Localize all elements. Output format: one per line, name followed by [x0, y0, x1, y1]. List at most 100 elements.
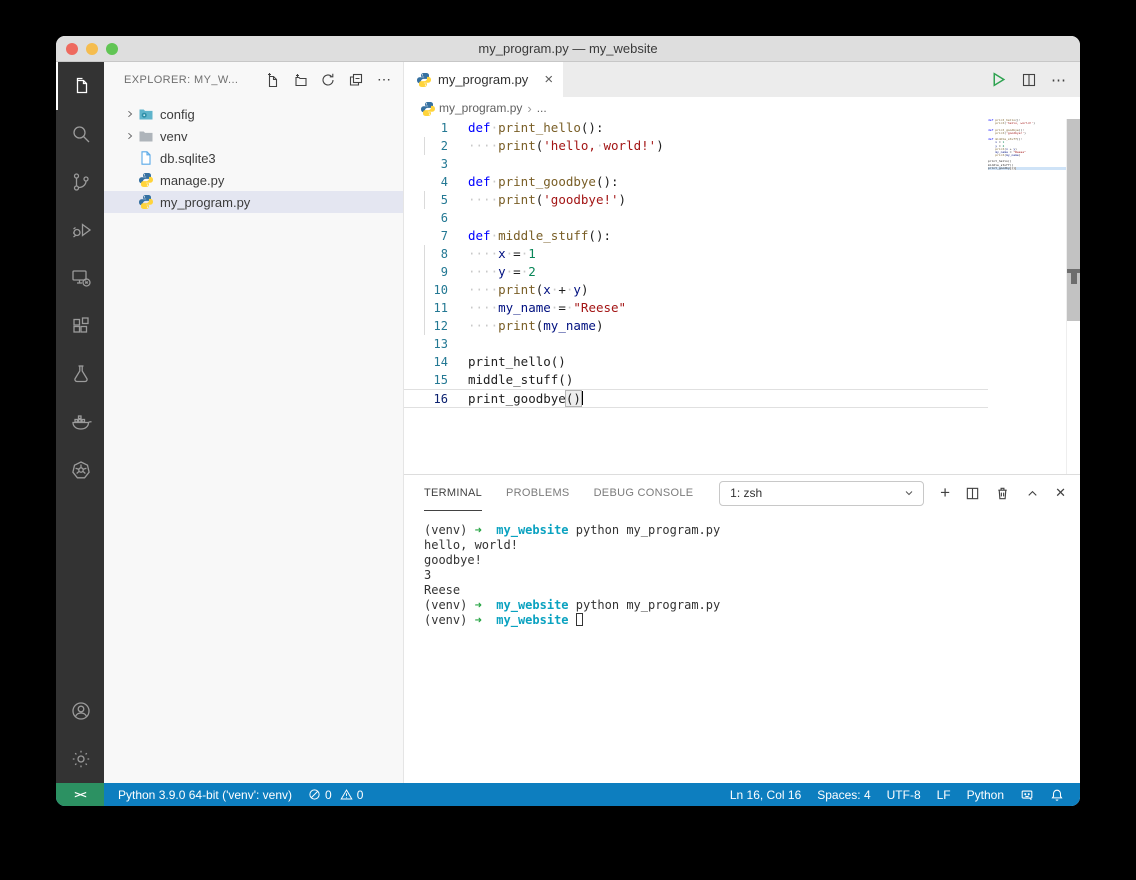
tab-my-program[interactable]: my_program.py × — [404, 62, 563, 97]
code-line-text: def·print_goodbye(): — [448, 173, 619, 191]
refresh-icon[interactable] — [317, 69, 339, 91]
editor-more-actions-icon[interactable]: ⋯ — [1051, 71, 1066, 89]
activity-extensions-icon[interactable] — [56, 302, 104, 350]
line-number: 13 — [404, 335, 448, 353]
eol-status[interactable]: LF — [929, 788, 959, 802]
activity-kubernetes-icon[interactable] — [56, 446, 104, 494]
line-number: 12 — [404, 317, 448, 335]
breadcrumb-file[interactable]: my_program.py — [439, 101, 522, 115]
new-folder-icon[interactable] — [289, 69, 311, 91]
code-line[interactable]: 3 — [404, 155, 988, 173]
activity-source-control-icon[interactable] — [56, 158, 104, 206]
indentation-status[interactable]: Spaces: 4 — [809, 788, 878, 802]
activity-testing-icon[interactable] — [56, 350, 104, 398]
tree-item-label: manage.py — [160, 173, 224, 188]
code-line[interactable]: 1def·print_hello(): — [404, 119, 988, 137]
code-line-text: print_hello() — [448, 353, 566, 371]
tree-item-db.sqlite3[interactable]: db.sqlite3 — [104, 147, 403, 169]
activity-docker-icon[interactable] — [56, 398, 104, 446]
python-icon — [138, 194, 154, 210]
code-editor[interactable]: 1def·print_hello():2····print('hello,·wo… — [404, 119, 1080, 474]
indent-guide — [424, 245, 425, 263]
code-line-text: ····x·=·1 — [448, 245, 536, 263]
panel-tab-problems[interactable]: PROBLEMS — [506, 475, 570, 511]
tab-close-icon[interactable]: × — [544, 72, 553, 87]
line-number: 3 — [404, 155, 448, 173]
new-file-icon[interactable] — [261, 69, 283, 91]
code-line[interactable]: 13 — [404, 335, 988, 353]
activity-settings-icon[interactable] — [56, 735, 104, 783]
activity-remote-explorer-icon[interactable] — [56, 254, 104, 302]
indent-guide — [424, 281, 425, 299]
code-line[interactable]: 6 — [404, 209, 988, 227]
activity-account-icon[interactable] — [56, 687, 104, 735]
minimap[interactable]: def print_hello(): print('hello, world!'… — [988, 119, 1066, 474]
terminal-output[interactable]: (venv) ➜ my_website python my_program.py… — [404, 511, 1080, 783]
terminal-line: goodbye! — [424, 553, 1080, 568]
scrollbar-thumb[interactable] — [1067, 119, 1080, 321]
indent-guide — [424, 137, 425, 155]
code-line-text: def·print_hello(): — [448, 119, 603, 137]
code-lines: 1def·print_hello():2····print('hello,·wo… — [404, 119, 988, 408]
problems-status[interactable]: 0 0 — [300, 783, 371, 806]
run-python-file-icon[interactable] — [990, 71, 1007, 88]
activity-run-debug-icon[interactable] — [56, 206, 104, 254]
code-line[interactable]: 4def·print_goodbye(): — [404, 173, 988, 191]
split-terminal-icon[interactable] — [965, 486, 980, 501]
code-line[interactable]: 2····print('hello,·world!') — [404, 137, 988, 155]
chevron-right-icon[interactable] — [122, 128, 138, 144]
code-line[interactable]: 11····my_name·=·"Reese" — [404, 299, 988, 317]
line-number: 1 — [404, 119, 448, 137]
activity-search-icon[interactable] — [56, 110, 104, 158]
remote-indicator[interactable]: >< — [56, 783, 104, 806]
code-line-text — [448, 155, 468, 173]
new-terminal-icon[interactable]: + — [940, 483, 950, 503]
code-line-text: def·middle_stuff(): — [448, 227, 611, 245]
tree-item-manage.py[interactable]: manage.py — [104, 169, 403, 191]
feedback-icon[interactable] — [1012, 788, 1042, 802]
activity-explorer-icon[interactable] — [56, 62, 104, 110]
activity-bar — [56, 62, 104, 783]
explorer-title: EXPLORER: MY_W... — [124, 74, 238, 86]
indent-guide — [424, 317, 425, 335]
code-line[interactable]: 8····x·=·1 — [404, 245, 988, 263]
close-panel-icon[interactable]: ✕ — [1055, 485, 1066, 501]
code-line-text: ····print(x·+·y) — [448, 281, 588, 299]
language-mode-status[interactable]: Python — [959, 788, 1012, 802]
panel-tab-debug-console[interactable]: DEBUG CONSOLE — [594, 475, 694, 511]
terminal-shell-select[interactable]: 1: zsh — [719, 481, 924, 506]
editor-tab-bar: my_program.py × ⋯ — [404, 62, 1080, 97]
tree-item-config[interactable]: config — [104, 103, 403, 125]
explorer-more-actions-icon[interactable]: ⋯ — [373, 69, 395, 91]
split-editor-icon[interactable] — [1021, 72, 1037, 88]
cursor-position-status[interactable]: Ln 16, Col 16 — [722, 788, 809, 802]
code-line[interactable]: 5····print('goodbye!') — [404, 191, 988, 209]
breadcrumb-symbol[interactable]: ... — [537, 101, 547, 115]
chevron-right-icon[interactable] — [122, 106, 138, 122]
terminal-shell-value: 1: zsh — [730, 486, 762, 500]
code-line[interactable]: 15middle_stuff() — [404, 371, 988, 389]
collapse-all-icon[interactable] — [345, 69, 367, 91]
line-number: 10 — [404, 281, 448, 299]
code-line[interactable]: 12····print(my_name) — [404, 317, 988, 335]
breadcrumb[interactable]: my_program.py › ... — [404, 97, 1080, 119]
code-line[interactable]: 10····print(x·+·y) — [404, 281, 988, 299]
tree-item-my_program.py[interactable]: my_program.py — [104, 191, 403, 213]
vscode-window: my_program.py — my_website — [56, 36, 1080, 806]
python-interpreter-status[interactable]: Python 3.9.0 64-bit ('venv': venv) — [104, 783, 300, 806]
indent-guide — [424, 191, 425, 209]
code-line-text: ····my_name·=·"Reese" — [448, 299, 626, 317]
panel-tab-terminal[interactable]: TERMINAL — [424, 475, 482, 511]
code-line[interactable]: 7def·middle_stuff(): — [404, 227, 988, 245]
breadcrumb-python-icon — [420, 101, 434, 115]
code-line[interactable]: 9····y·=·2 — [404, 263, 988, 281]
tree-item-venv[interactable]: venv — [104, 125, 403, 147]
kill-terminal-icon[interactable] — [995, 486, 1010, 501]
encoding-status[interactable]: UTF-8 — [879, 788, 929, 802]
maximize-panel-icon[interactable] — [1025, 486, 1040, 501]
tree-item-label: config — [160, 107, 195, 122]
code-line[interactable]: 16print_goodbye() — [404, 389, 988, 408]
notifications-bell-icon[interactable] — [1042, 788, 1072, 802]
code-line[interactable]: 14print_hello() — [404, 353, 988, 371]
code-line-text: ····y·=·2 — [448, 263, 536, 281]
